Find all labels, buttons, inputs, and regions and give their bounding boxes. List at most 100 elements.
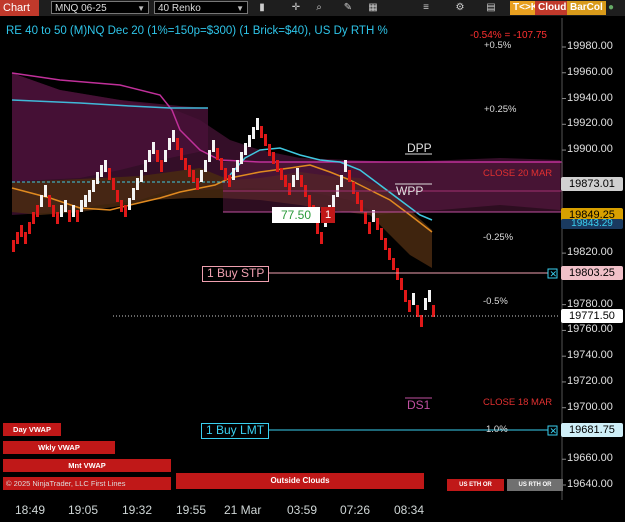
renko-brick-down	[112, 178, 115, 190]
renko-brick-up	[200, 170, 203, 182]
renko-brick-up	[168, 138, 171, 150]
renko-brick-down	[36, 205, 39, 217]
renko-brick-down	[176, 138, 179, 150]
renko-brick-down	[52, 205, 55, 217]
renko-brick-down	[420, 315, 423, 327]
renko-brick-down	[260, 126, 263, 138]
buy-stp-price-box: 19803.25	[561, 266, 623, 280]
renko-brick-down	[24, 232, 27, 244]
price-tick-label: 19900.00	[567, 143, 613, 156]
plus-05-label: +0.5%	[484, 40, 512, 51]
renko-brick-up	[296, 168, 299, 180]
renko-brick-down	[108, 168, 111, 180]
renko-brick-down	[388, 248, 391, 260]
renko-brick-up	[208, 150, 211, 162]
price-tick-label: 19940.00	[567, 91, 613, 104]
renko-brick-down	[276, 160, 279, 172]
time-tick-label: 19:55	[176, 503, 207, 517]
renko-brick-up	[128, 198, 131, 210]
renko-brick-down	[224, 168, 227, 180]
renko-brick-up	[248, 135, 251, 147]
renko-brick-down	[20, 225, 23, 237]
renko-brick-down	[280, 168, 283, 180]
time-tick-label: 19:32	[122, 503, 153, 517]
renko-brick-up	[412, 293, 415, 305]
renko-brick-down	[196, 178, 199, 190]
renko-brick-down	[16, 232, 19, 244]
renko-brick-down	[268, 144, 271, 156]
renko-brick-down	[300, 175, 303, 187]
copyright-label: © 2025 NinjaTrader, LLC	[6, 479, 89, 488]
renko-brick-up	[244, 143, 247, 155]
renko-brick-down	[392, 258, 395, 270]
renko-brick-up	[72, 205, 75, 217]
renko-brick-down	[56, 212, 59, 224]
renko-brick-down	[284, 175, 287, 187]
svg-text:✕: ✕	[550, 426, 558, 436]
renko-brick-down	[12, 240, 15, 252]
renko-brick-down	[184, 158, 187, 170]
renko-brick-down	[160, 160, 163, 172]
renko-brick-up	[424, 298, 427, 310]
renko-brick-down	[360, 200, 363, 212]
renko-brick-up	[172, 130, 175, 142]
renko-brick-up	[136, 178, 139, 190]
renko-brick-down	[404, 290, 407, 302]
time-tick-label: 18:49	[15, 503, 46, 517]
renko-brick-up	[252, 127, 255, 139]
renko-brick-up	[292, 175, 295, 187]
buy-stp-order[interactable]: 1 Buy STP	[202, 266, 270, 282]
renko-brick-down	[28, 222, 31, 234]
dpp-label: DPP	[407, 141, 432, 155]
renko-brick-up	[232, 168, 235, 180]
buy-lmt-price-box: 19681.75	[561, 423, 623, 437]
price-tick-label: 19660.00	[567, 452, 613, 465]
renko-brick-down	[180, 148, 183, 160]
renko-brick-down	[348, 170, 351, 182]
renko-brick-up	[96, 172, 99, 184]
position-qty[interactable]: 1	[321, 207, 335, 223]
first-lines-label: First Lines	[90, 479, 126, 488]
price-tick-label: 19780.00	[567, 297, 613, 310]
minus-025-label: -0.25%	[483, 232, 514, 243]
renko-brick-up	[44, 185, 47, 197]
renko-brick-up	[40, 195, 43, 207]
renko-brick-up	[240, 152, 243, 164]
outside-clouds-legend: Outside Clouds	[176, 473, 424, 489]
renko-brick-down	[68, 210, 71, 222]
renko-brick-down	[400, 278, 403, 290]
renko-brick-down	[264, 134, 267, 146]
plus-10-label: 1.0%	[486, 424, 508, 435]
dpp-price-box: 19873.01	[561, 177, 623, 191]
renko-brick-up	[164, 150, 167, 162]
time-tick-label: 08:34	[394, 503, 425, 517]
renko-brick-down	[368, 222, 371, 234]
renko-brick-down	[320, 232, 323, 244]
wkly-vwap-legend: Wkly VWAP	[3, 441, 115, 454]
us-eth-or-legend: US ETH OR	[447, 479, 504, 491]
position-pnl[interactable]: 77.50	[272, 207, 320, 223]
renko-brick-down	[408, 300, 411, 312]
wpp-label: WPP	[396, 184, 424, 198]
renko-brick-up	[132, 188, 135, 200]
chart-title: RE 40 to 50 (M)NQ Dec 20 (1%=150p=$300) …	[6, 25, 388, 37]
renko-brick-up	[80, 200, 83, 212]
renko-brick-down	[124, 205, 127, 217]
price-tick-label: 19740.00	[567, 349, 613, 362]
renko-brick-down	[308, 195, 311, 207]
last-price-box: 19771.50	[561, 309, 623, 323]
renko-brick-down	[188, 165, 191, 177]
time-tick-label: 07:26	[340, 503, 371, 517]
copyright-text: © 2025 NinjaTrader, LLC First Lines	[3, 477, 171, 490]
renko-brick-down	[288, 183, 291, 195]
renko-brick-down	[216, 148, 219, 160]
renko-brick-down	[396, 268, 399, 280]
renko-brick-down	[380, 228, 383, 240]
renko-brick-down	[356, 192, 359, 204]
renko-brick-up	[428, 290, 431, 302]
renko-brick-up	[344, 160, 347, 172]
renko-brick-up	[60, 205, 63, 217]
price-tick-label: 19920.00	[567, 117, 613, 130]
renko-brick-down	[376, 218, 379, 230]
buy-lmt-order[interactable]: 1 Buy LMT	[201, 423, 270, 439]
